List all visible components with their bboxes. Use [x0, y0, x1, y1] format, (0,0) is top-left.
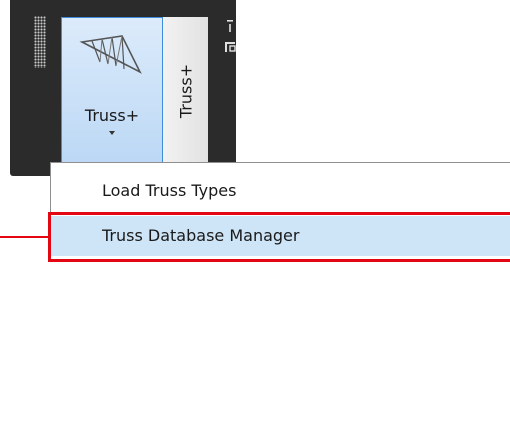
truss-plus-button-label: Truss+ [84, 106, 140, 125]
panel-title-label: Truss+ [176, 63, 195, 119]
ribbon-panel: Truss+ Truss+ [10, 0, 236, 176]
chevron-down-icon [109, 131, 115, 135]
menu-item-load-truss-types[interactable]: Load Truss Types [51, 171, 510, 211]
truss-plus-dropdown-button[interactable]: Truss+ [61, 17, 163, 164]
panel-options-icon[interactable] [221, 18, 239, 62]
panel-title-tab[interactable]: Truss+ [163, 17, 208, 164]
panel-grip-icon[interactable] [34, 16, 46, 68]
menu-item-label: Load Truss Types [102, 181, 237, 200]
callout-highlight-box [48, 212, 510, 262]
callout-line [0, 236, 48, 238]
truss-icon [79, 35, 142, 74]
